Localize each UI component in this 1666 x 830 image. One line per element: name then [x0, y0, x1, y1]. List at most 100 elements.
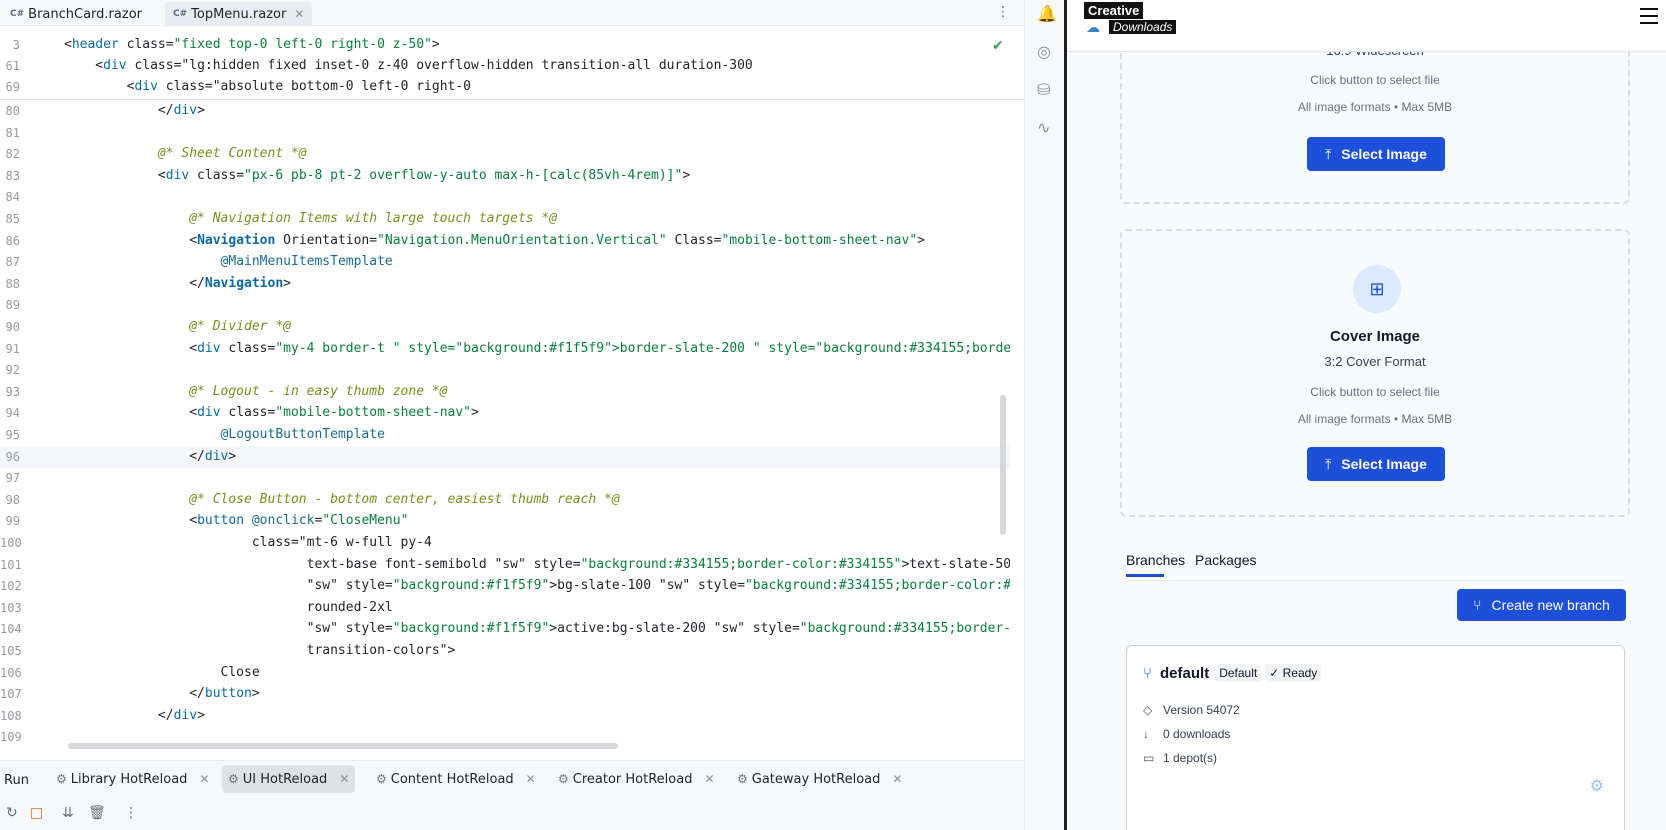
- code-line[interactable]: 96 </div>: [0, 445, 1010, 468]
- close-icon[interactable]: ✕: [892, 772, 902, 786]
- settings-gear-icon[interactable]: ⚙: [1590, 776, 1604, 796]
- ai-chat-icon[interactable]: ◎: [1037, 42, 1051, 61]
- code-line[interactable]: 97: [0, 467, 1010, 489]
- close-icon[interactable]: ✕: [339, 772, 349, 786]
- scroll-end-icon[interactable]: ⇊: [62, 805, 74, 821]
- branch-icon: ⑂: [1143, 664, 1153, 682]
- close-icon[interactable]: ✕: [526, 772, 536, 786]
- code-line[interactable]: 81: [0, 122, 1010, 144]
- code-line[interactable]: 91 <div class="my-4 border-t " style="ba…: [0, 338, 1010, 360]
- tab-packages[interactable]: Packages: [1195, 552, 1256, 568]
- code-line[interactable]: 90 @* Divider *@: [0, 316, 1010, 338]
- code-text: </Navigation>: [64, 275, 291, 291]
- ready-label: Ready: [1282, 666, 1318, 680]
- card-hint: Click button to select file: [1310, 73, 1440, 87]
- sticky-code-line[interactable]: 3 <header class="fixed top-0 left-0 right…: [0, 34, 1010, 56]
- more-vertical-icon[interactable]: ⋮: [124, 805, 138, 821]
- select-image-button[interactable]: ⤒ Select Image: [1307, 447, 1445, 481]
- code-line[interactable]: 93 @* Logout - in easy thumb zone *@: [0, 381, 1010, 403]
- create-new-branch-button[interactable]: ⑂ Create new branch: [1457, 589, 1626, 621]
- code-line[interactable]: 84: [0, 186, 1010, 208]
- tab-label: BranchCard.razor: [28, 6, 142, 22]
- tab-topmenu[interactable]: C# TopMenu.razor ✕: [165, 2, 313, 26]
- code-line[interactable]: 85 @* Navigation Items with large touch …: [0, 208, 1010, 230]
- line-number: 82: [5, 147, 20, 162]
- code-area[interactable]: 80 </div> 81 82 @* Sheet Content *@ 83 <div…: [0, 100, 1010, 756]
- run-tab-content[interactable]: ⚙ Content HotReload ✕: [370, 765, 542, 793]
- code-line[interactable]: 89: [0, 294, 1010, 316]
- horizontal-scrollbar[interactable]: [68, 743, 618, 749]
- line-number: 107: [0, 687, 22, 702]
- default-badge: Default: [1215, 664, 1262, 682]
- rerun-icon[interactable]: ↻: [6, 805, 18, 821]
- editor-tab-bar: C# BranchCard.razor C# TopMenu.razor ✕ ⋮: [0, 0, 1024, 26]
- code-line[interactable]: 80 </div>: [0, 100, 1010, 122]
- line-number: 104: [0, 622, 22, 637]
- logo-text-bottom[interactable]: Downloads: [1109, 20, 1177, 34]
- code-text: @LogoutButtonTemplate: [220, 427, 385, 442]
- code-text: <div class="absolute bottom-0 left-0 rig…: [64, 79, 472, 94]
- code-line[interactable]: 86 <Navigation Orientation="Navigation.M…: [0, 230, 1010, 252]
- tab-branchcard[interactable]: C# BranchCard.razor: [2, 2, 150, 26]
- card-hint: All image formats • Max 5MB: [1297, 412, 1453, 426]
- logo-text-top[interactable]: Creative: [1084, 2, 1144, 19]
- code-line[interactable]: 100 class="mt-6 w-full py-4: [0, 532, 1010, 554]
- run-config-icon: ⚙: [376, 772, 387, 786]
- code-line[interactable]: 106 Close: [0, 662, 1010, 684]
- run-config-icon: ⚙: [56, 772, 67, 786]
- tag-icon: ◇: [1143, 703, 1153, 717]
- database-icon[interactable]: ⛁: [1037, 80, 1050, 99]
- run-tab-gateway[interactable]: ⚙ Gateway HotReload ✕: [731, 765, 908, 793]
- line-number: 92: [5, 363, 20, 378]
- code-text: @* Sheet Content *@: [64, 146, 307, 162]
- vertical-scrollbar[interactable]: [1000, 395, 1006, 535]
- close-icon[interactable]: ✕: [199, 772, 209, 786]
- close-icon[interactable]: ✕: [704, 772, 714, 786]
- code-line[interactable]: 95 @LogoutButtonTemplate: [0, 424, 1010, 446]
- sticky-code-line[interactable]: 69 <div class="absolute bottom-0 left-0 …: [0, 76, 1010, 98]
- activity-icon[interactable]: ∿: [1037, 118, 1050, 137]
- code-text: <button @onclick="CloseMenu": [64, 513, 409, 529]
- code-line[interactable]: 99 <button @onclick="CloseMenu": [0, 510, 1010, 532]
- code-line[interactable]: 105 transition-colors">: [0, 640, 1010, 662]
- branch-card[interactable]: ⑂ default Default ✓ Ready ◇ Version 54072…: [1126, 645, 1625, 830]
- sticky-code-line[interactable]: 61 <div class="lg:hidden fixed inset-0 z…: [0, 55, 1010, 77]
- code-line[interactable]: 107 </button>: [0, 683, 1010, 705]
- code-line[interactable]: 101 text-base font-semibold "sw" style="…: [0, 554, 1010, 576]
- run-tab-ui[interactable]: ⚙ UI HotReload ✕: [222, 765, 356, 793]
- bell-icon[interactable]: 🔔: [1037, 4, 1057, 23]
- line-number: 109: [0, 730, 22, 745]
- code-text: </div>: [64, 707, 205, 723]
- code-line[interactable]: 104 "sw" style="background:#f1f5f9">acti…: [0, 618, 1010, 640]
- trash-icon[interactable]: 🗑: [88, 805, 106, 821]
- tab-branches[interactable]: Branches: [1126, 552, 1185, 568]
- line-number: 106: [0, 665, 22, 680]
- image-upload-card-cover: ⊞ Cover Image 3:2 Cover Format Click but…: [1120, 229, 1630, 517]
- code-line[interactable]: 87 @MainMenuItemsTemplate: [0, 251, 1010, 273]
- stop-icon[interactable]: □: [30, 805, 43, 821]
- run-tool-window: Run ⚙ Library HotReload ✕ ⚙ UI HotReload ✕ ⚙…: [0, 760, 1024, 830]
- code-line[interactable]: 108 </div>: [0, 705, 1010, 727]
- download-icon: ↓: [1143, 727, 1149, 741]
- code-line[interactable]: 82 @* Sheet Content *@: [0, 143, 1010, 165]
- run-tab-library[interactable]: ⚙ Library HotReload ✕: [50, 765, 215, 793]
- code-line[interactable]: 83 <div class="px-6 pb-8 pt-2 overflow-y…: [0, 165, 1010, 187]
- code-line[interactable]: 88 </Navigation>: [0, 273, 1010, 295]
- code-text: <div class="mobile-bottom-sheet-nav">: [64, 405, 479, 421]
- version-text: Version 54072: [1163, 703, 1240, 717]
- more-vertical-icon[interactable]: ⋮: [996, 4, 1010, 20]
- code-text: @MainMenuItemsTemplate: [220, 254, 393, 270]
- code-line[interactable]: 94 <div class="mobile-bottom-sheet-nav">: [0, 402, 1010, 424]
- code-line[interactable]: 102 "sw" style="background:#f1f5f9">bg-s…: [0, 575, 1010, 597]
- code-line[interactable]: 92: [0, 359, 1010, 381]
- code-text: rounded-2xl: [64, 599, 393, 615]
- line-number: 87: [5, 255, 20, 270]
- code-line[interactable]: 98 @* Close Button - bottom center, easi…: [0, 489, 1010, 511]
- select-image-button[interactable]: ⤒ Select Image: [1307, 137, 1445, 171]
- close-tab-icon[interactable]: ✕: [294, 7, 304, 21]
- hamburger-menu-icon[interactable]: [1640, 8, 1658, 24]
- line-number: 85: [5, 212, 20, 226]
- run-tab-label: Library HotReload: [70, 771, 188, 787]
- run-tab-creator[interactable]: ⚙ Creator HotReload ✕: [552, 765, 721, 793]
- code-line[interactable]: 103 rounded-2xl: [0, 597, 1010, 619]
